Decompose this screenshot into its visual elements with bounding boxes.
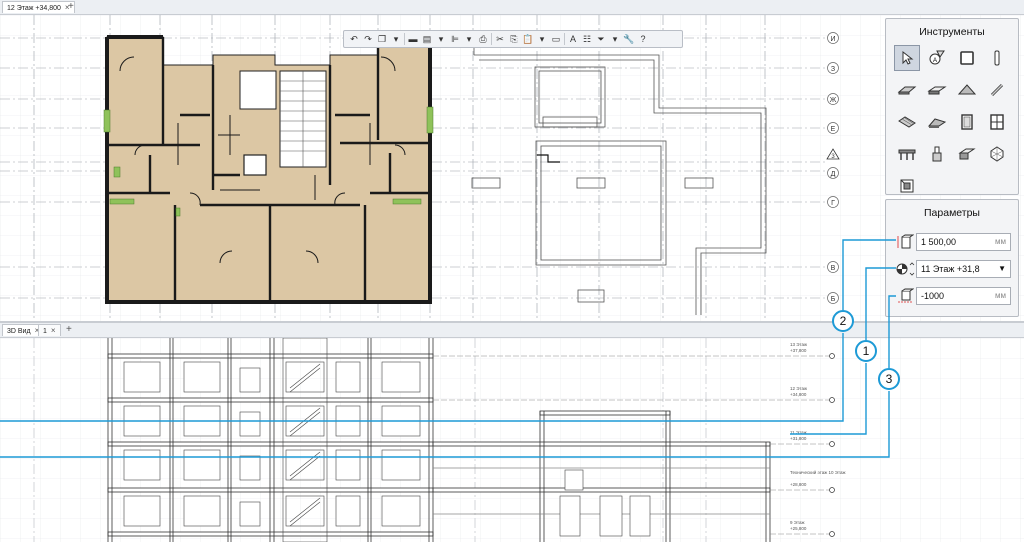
callout-3: 3 — [878, 368, 900, 390]
tools-panel: Инструменты A — [885, 18, 1019, 195]
print-icon[interactable]: ⎙ — [477, 33, 489, 45]
axis-label: И — [830, 36, 835, 43]
section-view[interactable]: 13 Этаж +37,800 12 Этаж +34,800 11 Этаж … — [0, 338, 1024, 542]
level-select[interactable]: 11 Этаж +31,8 ▼ — [916, 260, 1011, 278]
level-name: Технический этаж 10 Этаж — [790, 469, 845, 475]
height-unit: мм — [995, 237, 1006, 246]
stair-tool-icon[interactable] — [894, 109, 920, 135]
copy-icon[interactable]: ⎘ — [508, 33, 520, 45]
offset-field[interactable]: -1000 мм — [916, 287, 1011, 305]
level-name: 13 Этаж — [790, 342, 807, 347]
height-value: 1 500,00 — [921, 237, 957, 247]
text-style-icon[interactable]: A — [567, 33, 579, 45]
level-value: +31,800 — [790, 436, 807, 441]
level-name: 11 Этаж — [790, 430, 807, 435]
section-tab-bar: 3D Вид × 1 × + — [0, 323, 1024, 338]
plan-toolbar: ↶ ↷ ❐ ▾ ▬ ▤ ▾ ⊫ ▾ ⎙ ✂ ⎘ 📋 ▾ ▭ A ☷ ⏷ ▾ 🔧 … — [343, 30, 683, 48]
filter-list-icon[interactable]: ☷ — [581, 33, 593, 45]
furniture-tool-icon[interactable] — [894, 141, 920, 167]
beam-tool-icon[interactable] — [924, 77, 950, 103]
object-3d-tool-icon[interactable] — [984, 141, 1010, 167]
symbol-tool-icon[interactable]: A — [924, 45, 950, 71]
opening-tool-icon[interactable] — [954, 141, 980, 167]
parameters-panel: Параметры 1 500,00 мм 11 Этаж +31,8 ▼ -1… — [885, 199, 1019, 317]
copy-view-icon[interactable]: ❐ — [376, 33, 388, 45]
level-name: 9 Этаж — [790, 520, 805, 525]
tab-label: 1 — [43, 328, 47, 335]
tools-panel-title: Инструменты — [919, 26, 985, 38]
help-icon[interactable]: ? — [637, 33, 649, 45]
redo-icon[interactable]: ↷ — [362, 33, 374, 45]
select-tool-icon[interactable] — [894, 45, 920, 71]
wall-tool-icon[interactable] — [954, 45, 980, 71]
axis-label: В — [831, 265, 836, 272]
plan-tab-bar: 12 Этаж +34,800 × + — [0, 0, 1024, 15]
view-tool-icon[interactable] — [894, 173, 920, 199]
document-icon[interactable]: ▭ — [550, 33, 562, 45]
add-tab-button[interactable]: + — [66, 324, 72, 336]
callout-2: 2 — [832, 310, 854, 332]
tab-plan-floor-12[interactable]: 12 Этаж +34,800 × — [2, 1, 75, 13]
axis-label: Б — [831, 296, 836, 303]
plan-view[interactable]: И З Ж Е Д Г В Б 3 ↶ ↷ ❐ ▾ ▬ ▤ ▾ ⊫ ▾ ⎙ ✂ … — [0, 15, 1024, 321]
toolbar-separator — [564, 33, 565, 45]
level-value: +25,800 — [790, 526, 807, 531]
chevron-down-icon[interactable]: ▼ — [998, 261, 1006, 277]
close-icon[interactable]: × — [51, 326, 56, 335]
railing-tool-icon[interactable] — [984, 77, 1010, 103]
column-tool-icon[interactable] — [984, 45, 1010, 71]
roof-tool-icon[interactable] — [954, 77, 980, 103]
cut-icon[interactable]: ✂ — [494, 33, 506, 45]
stack-icon[interactable]: ▤ — [421, 33, 433, 45]
svg-text:A: A — [933, 58, 937, 64]
dropdown-arrow-icon[interactable]: ▾ — [609, 33, 621, 45]
layer-icon[interactable]: ▬ — [407, 33, 419, 45]
offset-param-icon — [894, 287, 916, 305]
tab-label: 12 Этаж +34,800 — [7, 5, 61, 12]
toolbar-separator — [404, 33, 405, 45]
dropdown-arrow-icon[interactable]: ▾ — [536, 33, 548, 45]
window-tool-icon[interactable] — [984, 109, 1010, 135]
slab-tool-icon[interactable] — [894, 77, 920, 103]
axis-label: Ж — [830, 97, 837, 104]
toolbar-separator — [491, 33, 492, 45]
height-field[interactable]: 1 500,00 мм — [916, 233, 1011, 251]
tools-grid: A — [894, 45, 1012, 199]
callout-1: 1 — [855, 340, 877, 362]
axis-label: Е — [831, 126, 836, 133]
level-value: 11 Этаж +31,8 — [921, 264, 980, 274]
level-value: +28,800 — [790, 482, 807, 487]
door-tool-icon[interactable] — [954, 109, 980, 135]
add-tab-button[interactable]: + — [68, 1, 74, 13]
axis-label: Г — [831, 200, 835, 207]
offset-unit: мм — [995, 291, 1006, 300]
align-icon[interactable]: ⊫ — [449, 33, 461, 45]
parameters-panel-title: Параметры — [924, 207, 980, 219]
height-param-icon — [894, 233, 916, 251]
equipment-tool-icon[interactable] — [924, 141, 950, 167]
building-section-drawing: 13 Этаж +37,800 12 Этаж +34,800 11 Этаж … — [0, 338, 1024, 542]
axis-label: З — [831, 66, 835, 73]
offset-value: -1000 — [921, 291, 945, 301]
ramp-tool-icon[interactable] — [924, 109, 950, 135]
tab-label: 3D Вид — [7, 328, 31, 335]
offset-row: -1000 мм — [894, 287, 1011, 305]
dropdown-arrow-icon[interactable]: ▾ — [435, 33, 447, 45]
level-param-icon — [894, 260, 916, 278]
tab-section-1[interactable]: 1 × — [38, 324, 61, 336]
height-row: 1 500,00 мм — [894, 233, 1011, 251]
dropdown-arrow-icon[interactable]: ▾ — [390, 33, 402, 45]
wrench-icon[interactable]: 🔧 — [623, 33, 635, 45]
undo-icon[interactable]: ↶ — [348, 33, 360, 45]
filter-icon[interactable]: ⏷ — [595, 33, 607, 45]
level-value: +37,800 — [790, 348, 807, 353]
floor-plan-drawing: И З Ж Е Д Г В Б 3 — [0, 15, 1024, 321]
level-value: +34,800 — [790, 392, 807, 397]
paste-icon[interactable]: 📋 — [522, 33, 534, 45]
axis-label: Д — [831, 171, 836, 178]
level-row: 11 Этаж +31,8 ▼ — [894, 260, 1011, 278]
level-name: 12 Этаж — [790, 386, 807, 391]
dropdown-arrow-icon[interactable]: ▾ — [463, 33, 475, 45]
